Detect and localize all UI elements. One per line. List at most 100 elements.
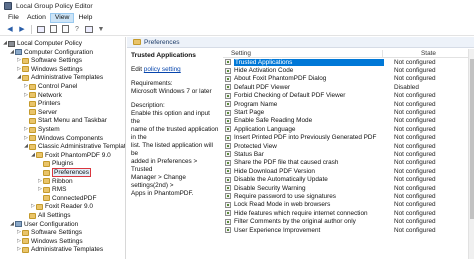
details-header-title: Preferences: [144, 38, 180, 46]
edit-policy-link[interactable]: policy setting: [144, 66, 181, 73]
show-hide-tree-icon[interactable]: [36, 24, 46, 34]
setting-row[interactable]: Start Page Not configured: [223, 108, 474, 116]
folder-icon: [133, 39, 141, 45]
navigation-tree: ◢ Local Computer Policy ◢ Computer Configur…: [0, 37, 126, 259]
setting-name: Disable Security Warning: [234, 184, 306, 192]
folder-icon: [29, 135, 36, 142]
setting-name: Application Language: [234, 125, 296, 133]
menu-view[interactable]: View: [49, 12, 75, 23]
filter-icon[interactable]: ▼: [96, 24, 106, 34]
menu-file[interactable]: File: [4, 13, 23, 23]
setting-row[interactable]: Hide Activation Code Not configured: [223, 66, 474, 74]
policy-setting-icon: [225, 126, 231, 133]
setting-row[interactable]: Insert Printed PDF into Previously Gener…: [223, 134, 474, 142]
description-text: Apps in PhantomPDF.: [131, 190, 194, 197]
policy-setting-icon: [225, 117, 231, 124]
settings-list: Setting State Trusted Applications Not co…: [223, 49, 474, 259]
setting-row[interactable]: Enable Safe Reading Mode Not configured: [223, 117, 474, 125]
scrollbar-thumb[interactable]: [470, 59, 474, 219]
setting-row[interactable]: Trusted Applications Not configured: [223, 58, 474, 67]
setting-row[interactable]: Status Bar Not configured: [223, 150, 474, 158]
policy-setting-icon: [225, 67, 231, 74]
folder-icon: [22, 66, 29, 73]
setting-state: Not configured: [394, 109, 436, 117]
folder-icon: [29, 83, 36, 90]
policy-setting-icon: [225, 159, 231, 166]
setting-row[interactable]: Share the PDF file that caused crash Not …: [223, 159, 474, 167]
setting-name: Hide Activation Code: [234, 67, 294, 75]
policy-icon: [8, 40, 15, 47]
setting-row[interactable]: Lock Read Mode in web browsers Not config…: [223, 201, 474, 209]
computer-icon: [15, 49, 22, 56]
setting-name: Program Name: [234, 100, 278, 108]
setting-name: Lock Read Mode in web browsers: [234, 201, 331, 209]
setting-name: Status Bar: [234, 150, 264, 158]
menu-action[interactable]: Action: [23, 13, 50, 23]
setting-row[interactable]: Forbid Checking of Default PDF Viewer Not…: [223, 92, 474, 100]
setting-row[interactable]: Disable Security Warning Not configured: [223, 184, 474, 192]
window-title: Local Group Policy Editor: [16, 2, 93, 10]
help-icon[interactable]: ?: [72, 24, 82, 34]
toolbar-divider: [31, 24, 32, 34]
forward-arrow-icon[interactable]: ▶: [17, 24, 27, 34]
details-header: Preferences: [127, 37, 474, 48]
setting-row[interactable]: Default PDF Viewer Disabled: [223, 83, 474, 91]
folder-icon: [43, 186, 50, 193]
settings-rows: Trusted Applications Not configured Hide A…: [223, 58, 474, 234]
vertical-scrollbar[interactable]: [468, 49, 474, 259]
properties-icon[interactable]: [48, 24, 58, 34]
setting-row[interactable]: About Foxit PhantomPDF Dialog Not configu…: [223, 75, 474, 83]
setting-row[interactable]: Disable the Automatically Update Not conf…: [223, 175, 474, 183]
folder-icon: [29, 100, 36, 107]
folder-icon: [29, 109, 36, 116]
setting-row[interactable]: Filter Comments by the original author o…: [223, 217, 474, 225]
setting-state: Not configured: [394, 142, 436, 150]
folder-icon: [43, 160, 50, 167]
policy-setting-icon: [225, 151, 231, 158]
folder-icon: [43, 178, 50, 185]
setting-state: Not configured: [394, 226, 436, 234]
setting-state: Not configured: [394, 75, 436, 83]
setting-state: Not configured: [394, 150, 436, 158]
policy-setting-icon: [225, 168, 231, 175]
description-text: name of the trusted application in the: [131, 126, 219, 141]
setting-row[interactable]: Hide Download PDF Version Not configured: [223, 167, 474, 175]
setting-state: Not configured: [394, 201, 436, 209]
setting-name: Disable the Automatically Update: [234, 176, 328, 184]
folder-icon: [36, 152, 43, 159]
setting-name: Hide Download PDF Version: [234, 167, 315, 175]
menu-help[interactable]: Help: [74, 13, 96, 23]
folder-icon: [29, 212, 36, 219]
description-title: Trusted Applications: [131, 52, 196, 59]
policy-setting-icon: [225, 92, 231, 99]
setting-row[interactable]: Program Name Not configured: [223, 100, 474, 108]
details-pane: Preferences Trusted Applications Edit po…: [127, 37, 474, 259]
console-icon[interactable]: [84, 24, 94, 34]
setting-state: Not configured: [394, 58, 436, 66]
tree-item[interactable]: ▷ Administrative Templates: [16, 245, 103, 254]
setting-row[interactable]: Hide features which require internet con…: [223, 209, 474, 217]
setting-name: Start Page: [234, 109, 265, 117]
setting-state: Not configured: [394, 209, 436, 217]
setting-row[interactable]: User Experience Improvement Not configure…: [223, 226, 474, 234]
policy-setting-icon: [225, 210, 231, 217]
policy-setting-icon: [225, 176, 231, 183]
folder-icon: [36, 203, 43, 210]
toolbar: ◀ ▶ ? ▼: [0, 23, 474, 36]
title-bar: Local Group Policy Editor: [0, 0, 474, 12]
export-list-icon[interactable]: [60, 24, 70, 34]
column-header-setting[interactable]: Setting: [223, 49, 383, 57]
setting-state: Not configured: [394, 100, 436, 108]
setting-state: Not configured: [394, 117, 436, 125]
setting-row[interactable]: Require password to use signatures Not co…: [223, 192, 474, 200]
setting-name: Forbid Checking of Default PDF Viewer: [234, 92, 346, 100]
tree-item-label: Administrative Templates: [31, 246, 104, 254]
setting-name: Insert Printed PDF into Previously Gener…: [234, 134, 377, 142]
setting-name: User Experience Improvement: [234, 226, 321, 234]
setting-row[interactable]: Application Language Not configured: [223, 125, 474, 133]
back-arrow-icon[interactable]: ◀: [5, 24, 15, 34]
folder-icon: [29, 92, 36, 99]
setting-row[interactable]: Protected View Not configured: [223, 142, 474, 150]
column-header-state[interactable]: State: [383, 50, 474, 57]
folder-icon: [29, 117, 36, 124]
